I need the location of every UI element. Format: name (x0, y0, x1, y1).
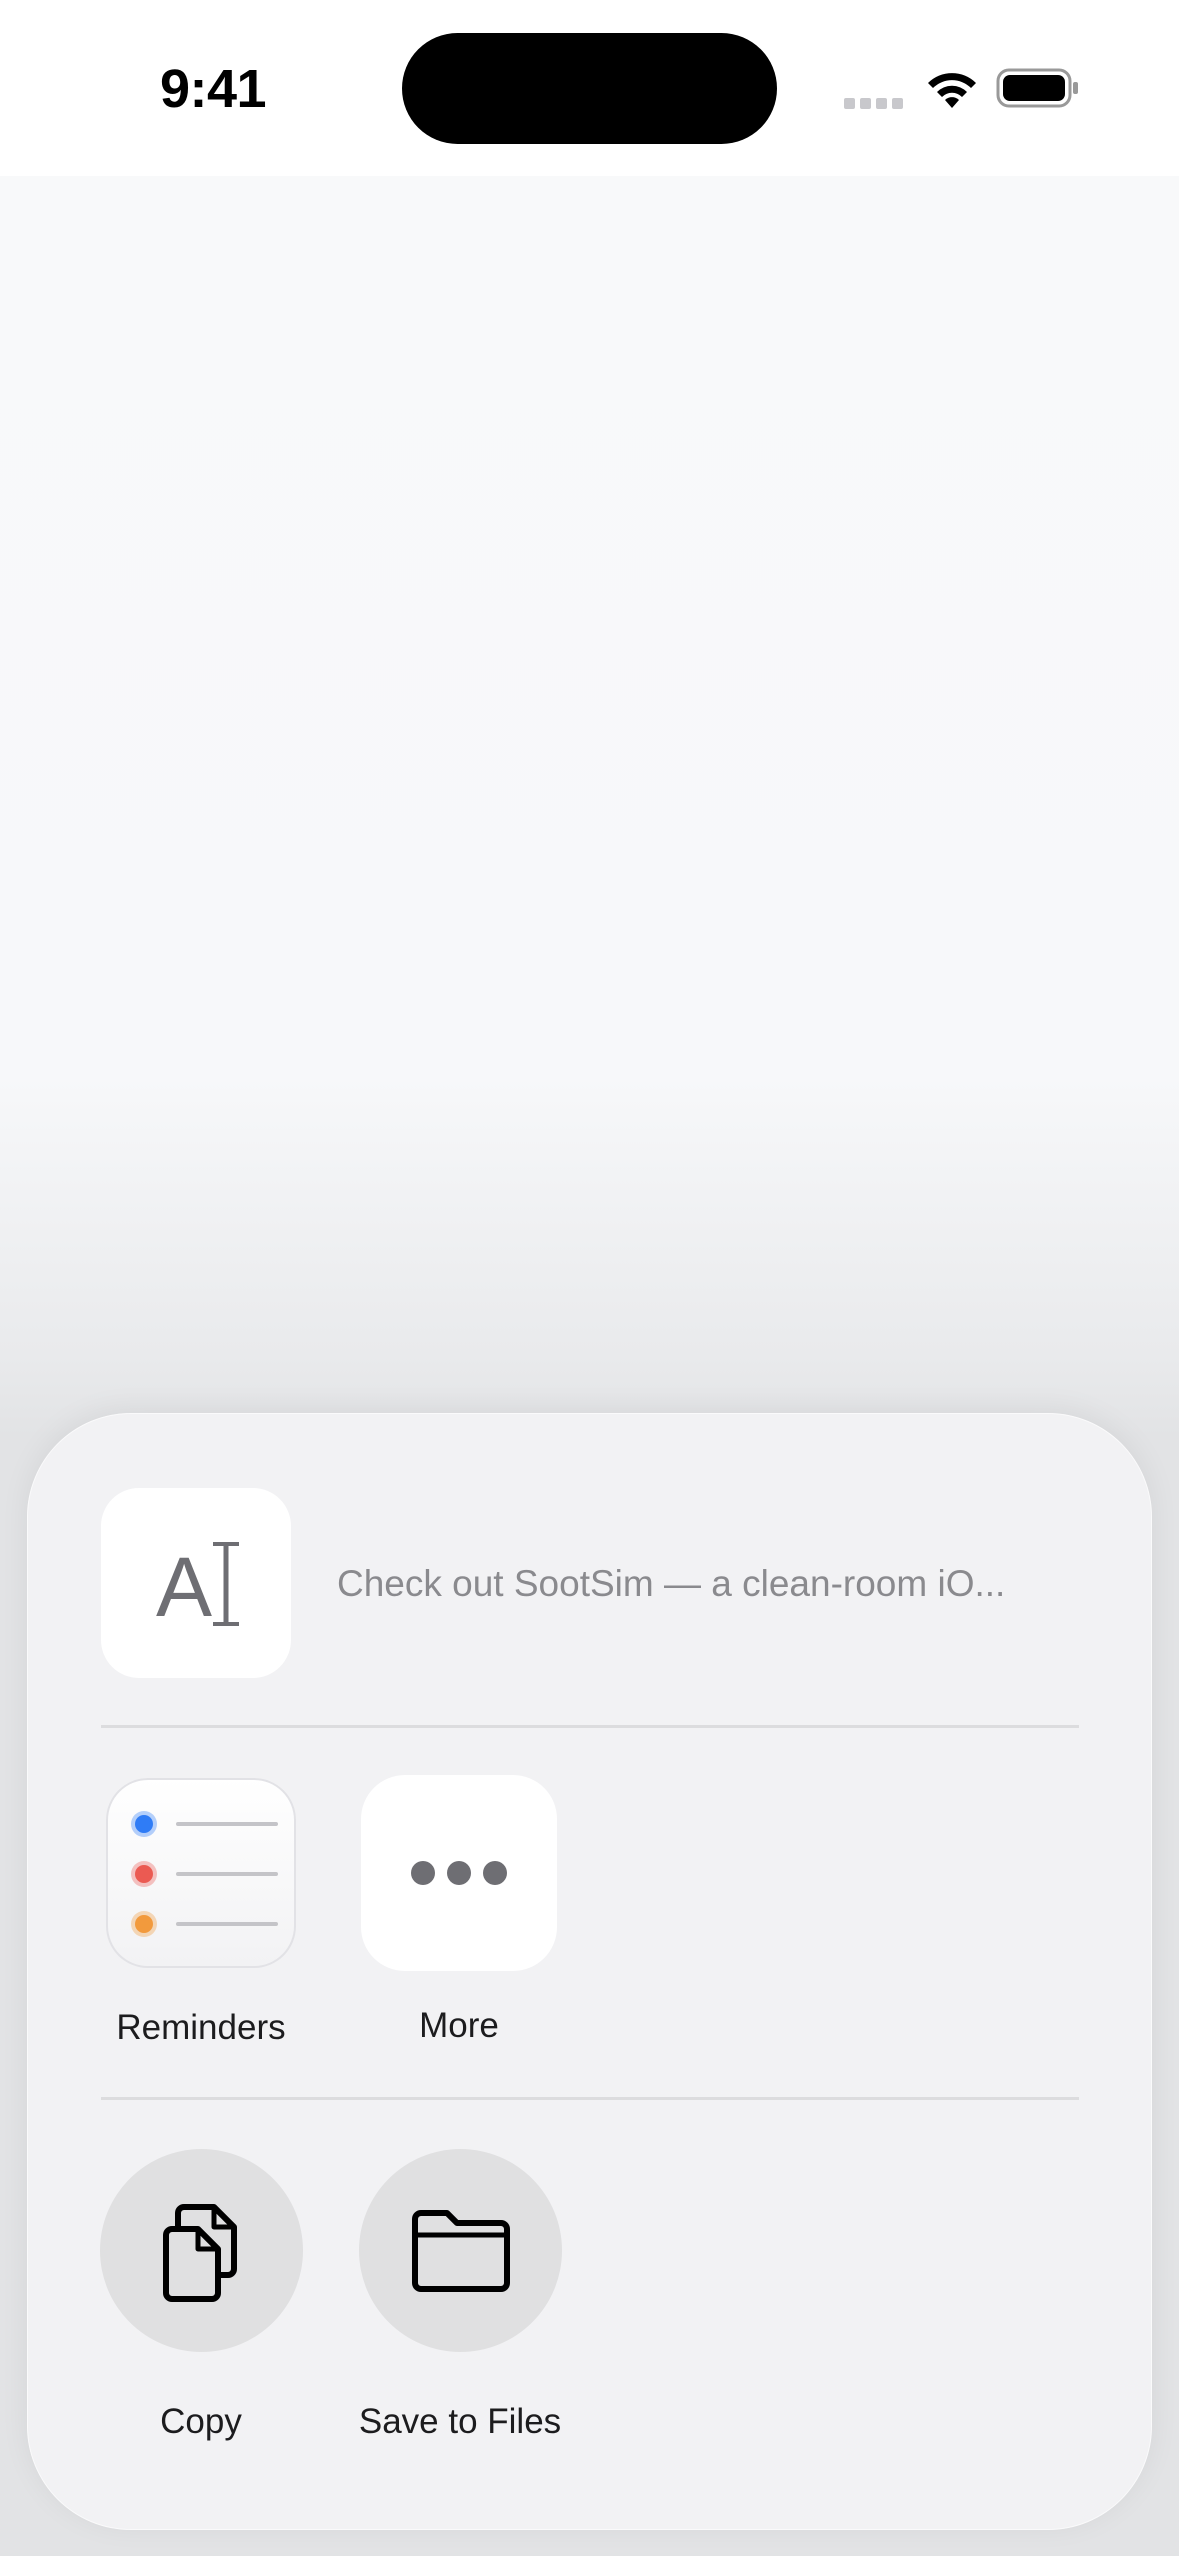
app-label: More (419, 2006, 499, 2045)
cellular-signal-icon (844, 96, 908, 114)
status-bar: 9:41 (0, 0, 1179, 176)
folder-icon (411, 2210, 510, 2292)
app-reminders[interactable]: Reminders (101, 1778, 301, 2048)
share-sheet: A Check out SootSim — a clean-room iO...… (27, 1413, 1152, 2530)
status-time: 9:41 (160, 59, 267, 119)
divider (101, 1725, 1079, 1728)
reminders-icon (106, 1778, 296, 1968)
action-label: Save to Files (358, 2402, 562, 2441)
action-copy[interactable]: Copy (71, 2149, 331, 2442)
action-save-to-files[interactable]: Save to Files (330, 2149, 590, 2442)
divider (101, 2097, 1079, 2100)
save-to-files-button[interactable] (358, 2149, 562, 2352)
preview-icon-letter: A (156, 1540, 212, 1634)
wifi-icon (928, 73, 976, 108)
action-label: Copy (160, 2402, 242, 2441)
more-dots-icon (361, 1775, 557, 1971)
copy-icon (162, 2204, 237, 2302)
app-more[interactable]: More (359, 1775, 559, 2046)
app-label: Reminders (116, 2008, 286, 2047)
status-icons (840, 62, 1140, 112)
battery-icon (996, 68, 1078, 108)
dynamic-island (402, 33, 777, 144)
copy-button[interactable] (99, 2149, 303, 2352)
text-cursor-icon: A (156, 1540, 239, 1634)
share-preview-thumbnail: A (101, 1488, 291, 1678)
share-preview-text: Check out SootSim — a clean-room iO... (337, 1563, 1006, 1604)
